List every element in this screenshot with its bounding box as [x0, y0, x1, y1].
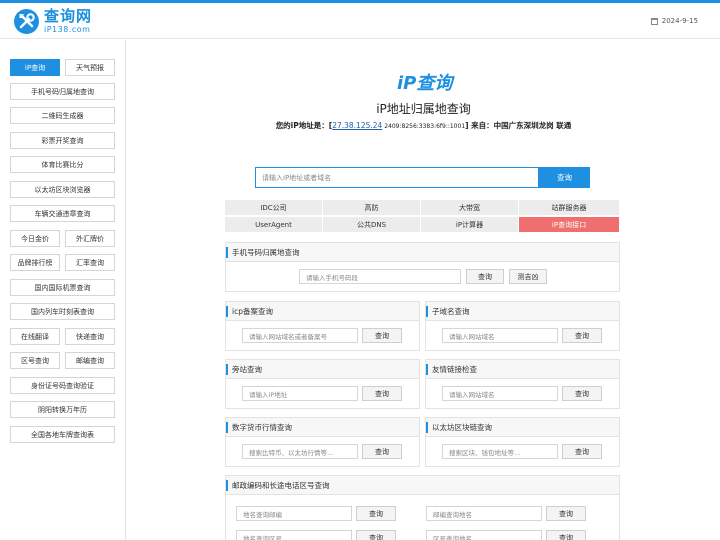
panel-mobile: 手机号码归属地查询 请输入手机号码段 查询 测吉凶	[225, 242, 620, 292]
tab-bandwidth[interactable]: 大带宽	[421, 200, 519, 216]
sidebar-item-areacode[interactable]: 区号查询	[10, 352, 60, 369]
sidebar-item-forex[interactable]: 外汇牌价	[65, 230, 115, 247]
panel-crypto: 数字货币行情查询 搜索比特币、以太坊行情等... 查询	[225, 417, 420, 467]
sidebar-item-express[interactable]: 快递查询	[65, 328, 115, 345]
tab-ip-api[interactable]: iP查询接口	[519, 217, 620, 233]
friendlink-query-button[interactable]: 查询	[562, 386, 602, 401]
subdomain-input[interactable]: 请输入网站域名	[442, 328, 558, 343]
icp-input[interactable]: 请输入网站域名或者备案号	[242, 328, 358, 343]
sidebar-item-lottery[interactable]: 彩票开奖查询	[10, 132, 115, 149]
logo-title[interactable]: 查询网	[44, 8, 92, 24]
sidebar-item-trains[interactable]: 国内列车时刻表查询	[10, 303, 115, 320]
tab-idc[interactable]: IDC公司	[225, 200, 323, 216]
sidebar-item-brand[interactable]: 品牌排行榜	[10, 254, 60, 271]
sidebar-item-plates[interactable]: 全国各地车牌查询表	[10, 426, 115, 443]
date-display: 2024-9-15	[650, 17, 698, 25]
calendar-icon	[650, 17, 658, 25]
date-text: 2024-9-15	[661, 17, 698, 25]
sidebar-item-weather[interactable]: 天气预报	[65, 59, 115, 76]
tab-public-dns[interactable]: 公共DNS	[323, 217, 421, 233]
place-to-postcode-button[interactable]: 查询	[356, 506, 396, 521]
mobile-query-button[interactable]: 查询	[466, 269, 504, 284]
page-title: iP地址归属地查询	[376, 102, 471, 116]
sidesite-query-button[interactable]: 查询	[362, 386, 402, 401]
sidebar-item-postcode[interactable]: 邮编查询	[65, 352, 115, 369]
tab-useragent[interactable]: UserAgent	[225, 217, 323, 233]
panel-eth-title: 以太坊区块链查询	[426, 418, 619, 437]
main-content: iP查询 iP地址归属地查询 您的iP地址是：[27.38.125.24 240…	[127, 40, 720, 540]
panel-sidesite-title: 旁站查询	[226, 360, 419, 379]
place-to-postcode-input[interactable]: 地名查询邮编	[236, 506, 352, 521]
sidebar-item-traffic[interactable]: 车辆交通违章查询	[10, 205, 115, 222]
panel-subdomain-title: 子域名查询	[426, 302, 619, 321]
panel-friendlink-title: 友情链接检查	[426, 360, 619, 379]
sidebar-item-mobile[interactable]: 手机号码归属地查询	[10, 83, 115, 100]
sidebar-item-exchange[interactable]: 汇率查询	[65, 254, 115, 271]
sidebar-item-ip-query[interactable]: iP查询	[10, 59, 60, 76]
panel-postal-title: 邮政编码和长途电话区号查询	[226, 476, 619, 495]
place-to-areacode-input[interactable]: 地名查询区号	[236, 530, 352, 540]
logo-tools-icon[interactable]	[14, 9, 39, 34]
panel-eth: 以太坊区块链查询 搜索区块、钱包地址等... 查询	[425, 417, 620, 467]
sidebar-item-flights[interactable]: 国内国际机票查询	[10, 279, 115, 296]
sidebar: iP查询 天气预报 手机号码归属地查询 二维码生成器 彩票开奖查询 体育比赛比分…	[0, 40, 126, 540]
sidebar-item-calendar[interactable]: 阴阳转换万年历	[10, 401, 115, 418]
eth-input[interactable]: 搜索区块、钱包地址等...	[442, 444, 558, 459]
panel-subdomain: 子域名查询 请输入网站域名 查询	[425, 301, 620, 351]
sidebar-item-gold[interactable]: 今日金价	[10, 230, 60, 247]
panel-icp-title: icp备案查询	[226, 302, 419, 321]
postcode-to-place-input[interactable]: 邮编查询地名	[426, 506, 542, 521]
tab-ip-calculator[interactable]: iP计算器	[421, 217, 519, 233]
panel-sidesite: 旁站查询 请输入iP地址 查询	[225, 359, 420, 409]
panel-icp: icp备案查询 请输入网站域名或者备案号 查询	[225, 301, 420, 351]
ip-prefix: 您的iP地址是：[	[275, 121, 333, 130]
postcode-to-place-button[interactable]: 查询	[546, 506, 586, 521]
sidebar-item-sports[interactable]: 体育比赛比分	[10, 156, 115, 173]
subdomain-query-button[interactable]: 查询	[562, 328, 602, 343]
panel-postal: 邮政编码和长途电话区号查询 地名查询邮编 查询 邮编查询地名 查询 地名查询区号…	[225, 475, 620, 540]
panel-crypto-title: 数字货币行情查询	[226, 418, 419, 437]
ipv6-address: 2409:8256:3383:6f9::1001	[382, 123, 466, 130]
ip-search-input[interactable]: 请输入iP地址或者域名	[255, 167, 539, 188]
crypto-query-button[interactable]: 查询	[362, 444, 402, 459]
sidebar-item-translate[interactable]: 在线翻译	[10, 328, 60, 345]
tab-ddos[interactable]: 高防	[323, 200, 421, 216]
sidesite-input[interactable]: 请输入iP地址	[242, 386, 358, 401]
icp-query-button[interactable]: 查询	[362, 328, 402, 343]
logo-subtitle: iP138.com	[44, 25, 91, 34]
sidebar-item-idcard[interactable]: 身份证号码查询验证	[10, 377, 115, 394]
ip-location: ] 来自：中国广东深圳龙岗 联通	[465, 121, 572, 130]
mobile-fortune-button[interactable]: 测吉凶	[509, 269, 547, 284]
ip-search-button[interactable]: 查询	[539, 167, 590, 188]
crypto-input[interactable]: 搜索比特币、以太坊行情等...	[242, 444, 358, 459]
eth-query-button[interactable]: 查询	[562, 444, 602, 459]
ip-query-logo: iP查询	[397, 73, 453, 94]
ip-info-line: 您的iP地址是：[27.38.125.24 2409:8256:3383:6f9…	[127, 120, 720, 131]
panel-friendlink: 友情链接检查 请输入网站域名 查询	[425, 359, 620, 409]
areacode-to-place-button[interactable]: 查询	[546, 530, 586, 540]
sidebar-item-eth-explorer[interactable]: 以太坊区块浏览器	[10, 181, 115, 198]
header: 查询网 iP138.com 2024-9-15	[0, 3, 720, 39]
sidebar-item-qrcode[interactable]: 二维码生成器	[10, 107, 115, 124]
areacode-to-place-input[interactable]: 区号查询地名	[426, 530, 542, 540]
place-to-areacode-button[interactable]: 查询	[356, 530, 396, 540]
tab-site-server[interactable]: 站群服务器	[519, 200, 620, 216]
mobile-input[interactable]: 请输入手机号码段	[299, 269, 461, 284]
panel-mobile-title: 手机号码归属地查询	[226, 243, 619, 262]
friendlink-input[interactable]: 请输入网站域名	[442, 386, 558, 401]
ip-address-link[interactable]: 27.38.125.24	[332, 121, 382, 130]
